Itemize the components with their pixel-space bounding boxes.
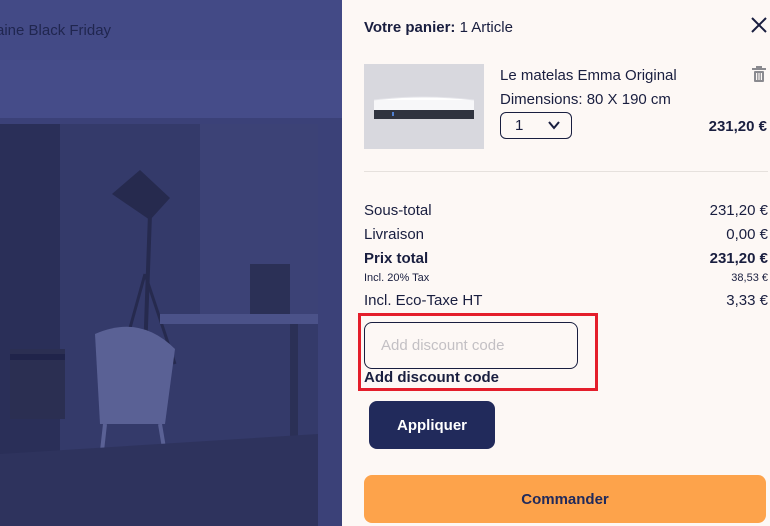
background-banner-text: aine Black Friday (0, 22, 112, 39)
product-name[interactable]: Le matelas Emma Original (500, 67, 677, 84)
total-value: 231,20 € (709, 250, 768, 267)
close-icon (751, 17, 767, 33)
cart-title-label: Votre panier: (364, 19, 456, 36)
tax-value: 38,53 € (731, 272, 768, 284)
product-image[interactable] (364, 64, 484, 149)
mattress-image (364, 64, 484, 149)
background-page-overlay[interactable]: aine Black Friday (0, 0, 342, 526)
chevron-down-icon (548, 121, 560, 130)
ecotax-value: 3,33 € (726, 292, 768, 309)
close-cart-button[interactable] (748, 14, 770, 36)
checkout-button[interactable]: Commander (364, 475, 766, 523)
background-announcement-bar: aine Black Friday (0, 0, 342, 60)
trash-icon (752, 66, 766, 82)
cart-title: Votre panier: 1 Article (364, 19, 513, 36)
line-item-price: 231,20 € (708, 118, 767, 135)
add-discount-code-link[interactable]: Add discount code (364, 369, 499, 386)
tax-label: Incl. 20% Tax (364, 272, 430, 284)
quantity-value: 1 (515, 117, 524, 134)
background-navbar (0, 60, 342, 118)
discount-code-input[interactable] (364, 322, 578, 369)
quantity-select[interactable]: 1 (500, 112, 572, 139)
cart-drawer: Votre panier: 1 Article Le matelas Emma … (342, 0, 770, 526)
subtotal-value: 231,20 € (709, 202, 768, 219)
apply-discount-button[interactable]: Appliquer (369, 401, 495, 449)
ecotax-label: Incl. Eco-Taxe HT (364, 292, 483, 309)
cart-item-count: 1 Article (459, 19, 513, 36)
subtotal-label: Sous-total (364, 202, 432, 219)
total-label: Prix total (364, 250, 429, 267)
shipping-label: Livraison (364, 226, 425, 243)
cart-divider (364, 171, 768, 172)
shipping-value: 0,00 € (726, 226, 768, 243)
product-dimensions: Dimensions: 80 X 190 cm (500, 91, 671, 108)
remove-item-button[interactable] (752, 66, 766, 82)
background-hero-image (0, 124, 318, 526)
